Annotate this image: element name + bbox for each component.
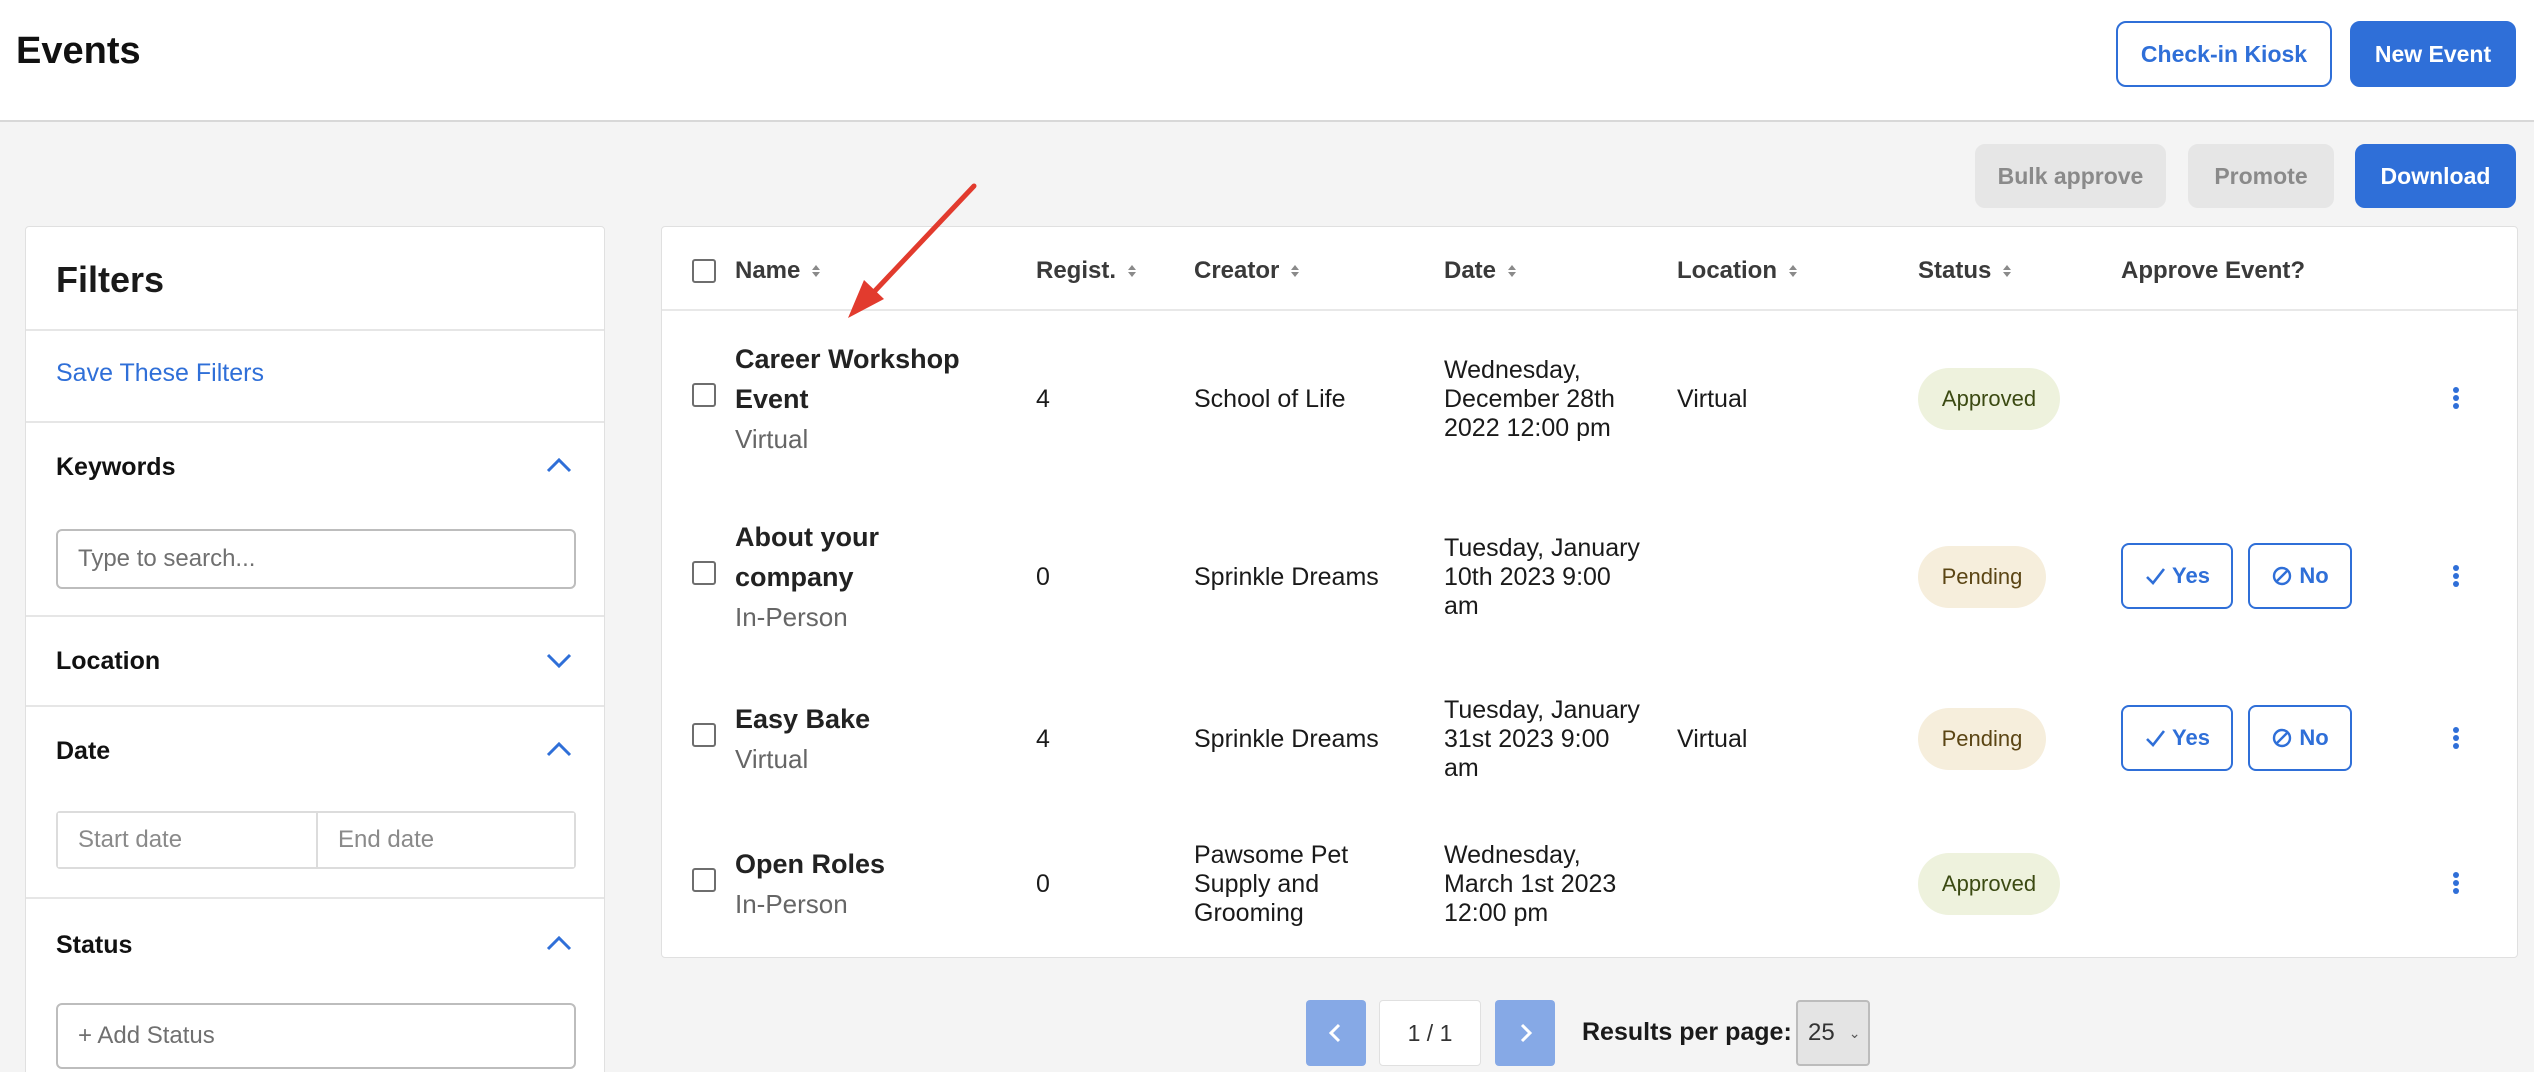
location-cell: Virtual bbox=[1677, 725, 1748, 753]
creator-cell: Sprinkle Dreams bbox=[1194, 563, 1379, 591]
status-badge: Approved bbox=[1918, 853, 2060, 915]
approve-yes-button[interactable]: Yes bbox=[2121, 543, 2233, 609]
bulk-approve-button[interactable]: Bulk approve bbox=[1975, 144, 2166, 208]
kebab-menu-icon[interactable] bbox=[2444, 561, 2468, 591]
column-header-location[interactable]: Location bbox=[1677, 257, 1799, 285]
row-checkbox[interactable] bbox=[692, 868, 716, 892]
row-checkbox[interactable] bbox=[692, 383, 716, 407]
creator-cell: Pawsome Pet Supply and Grooming bbox=[1194, 841, 1349, 927]
date-label: Date bbox=[56, 737, 111, 765]
approve-yes-button[interactable]: Yes bbox=[2121, 705, 2233, 771]
check-in-kiosk-button[interactable]: Check-in Kiosk bbox=[2116, 21, 2332, 87]
status-input[interactable] bbox=[56, 1003, 576, 1069]
sort-icon bbox=[1789, 265, 1797, 277]
date-cell: Tuesday, January 31st 2023 9:00 am bbox=[1444, 696, 1640, 782]
new-event-button[interactable]: New Event bbox=[2350, 21, 2516, 87]
check-icon bbox=[2146, 568, 2166, 585]
column-header-registrations[interactable]: Regist. bbox=[1036, 257, 1138, 285]
registrations-cell: 0 bbox=[1036, 870, 1050, 898]
save-filters-section: Save These Filters bbox=[26, 329, 604, 421]
status-label: Status bbox=[56, 931, 133, 959]
location-cell: Virtual bbox=[1677, 385, 1748, 413]
filters-panel: Filters Save These Filters Keywords Loca… bbox=[25, 226, 605, 1072]
creator-cell: Sprinkle Dreams bbox=[1194, 725, 1379, 753]
date-cell: Wednesday, March 1st 2023 12:00 pm bbox=[1444, 841, 1617, 927]
date-section: Date bbox=[26, 705, 604, 897]
sort-icon bbox=[812, 265, 821, 277]
save-filters-link[interactable]: Save These Filters bbox=[56, 359, 264, 388]
event-name-cell[interactable]: Easy Bake Virtual bbox=[735, 699, 870, 779]
approve-no-button[interactable]: No bbox=[2248, 705, 2352, 771]
events-table: Name Regist. Creator Date Location Statu… bbox=[661, 226, 2518, 958]
chevron-up-icon[interactable] bbox=[544, 451, 574, 481]
chevron-down-icon: ⌄ bbox=[1848, 1024, 1861, 1041]
status-badge: Pending bbox=[1918, 546, 2046, 608]
chevron-right-icon bbox=[1520, 1023, 1533, 1043]
location-section: Location bbox=[26, 615, 604, 705]
check-icon bbox=[2146, 730, 2166, 747]
header-divider bbox=[662, 309, 2517, 311]
event-name-cell[interactable]: About your company In-Person bbox=[735, 517, 879, 637]
results-per-page-select[interactable]: 25 ⌄ bbox=[1796, 1000, 1870, 1066]
results-per-page-label: Results per page: bbox=[1582, 1018, 1792, 1046]
keywords-section: Keywords bbox=[26, 421, 604, 615]
column-header-date[interactable]: Date bbox=[1444, 257, 1518, 285]
kebab-menu-icon[interactable] bbox=[2444, 868, 2468, 898]
status-badge: Approved bbox=[1918, 368, 2060, 430]
registrations-cell: 4 bbox=[1036, 385, 1050, 413]
ban-icon bbox=[2273, 566, 2292, 586]
page-title: Events bbox=[16, 30, 141, 72]
date-cell: Tuesday, January 10th 2023 9:00 am bbox=[1444, 534, 1640, 620]
select-all-checkbox[interactable] bbox=[692, 259, 716, 283]
chevron-down-icon[interactable] bbox=[544, 645, 574, 675]
creator-cell: School of Life bbox=[1194, 385, 1346, 413]
download-button[interactable]: Download bbox=[2355, 144, 2516, 208]
sort-icon bbox=[1291, 265, 1300, 277]
approve-no-button[interactable]: No bbox=[2248, 543, 2352, 609]
column-header-approve: Approve Event? bbox=[2121, 257, 2306, 284]
event-name-cell[interactable]: Career Workshop Event Virtual bbox=[735, 339, 960, 459]
status-section: Status bbox=[26, 897, 604, 1072]
promote-button[interactable]: Promote bbox=[2188, 144, 2334, 208]
next-page-button[interactable] bbox=[1495, 1000, 1555, 1066]
chevron-left-icon bbox=[1328, 1023, 1341, 1043]
chevron-up-icon[interactable] bbox=[544, 735, 574, 765]
location-label: Location bbox=[56, 647, 161, 675]
filters-title: Filters bbox=[56, 259, 165, 300]
column-header-status[interactable]: Status bbox=[1918, 257, 2013, 285]
kebab-menu-icon[interactable] bbox=[2444, 383, 2468, 413]
row-checkbox[interactable] bbox=[692, 561, 716, 585]
previous-page-button[interactable] bbox=[1306, 1000, 1366, 1066]
start-date-input[interactable] bbox=[58, 813, 316, 867]
ban-icon bbox=[2273, 728, 2292, 748]
sort-icon bbox=[2003, 265, 2012, 277]
sort-icon bbox=[1508, 265, 1517, 277]
end-date-input[interactable] bbox=[316, 813, 574, 867]
keywords-search-input[interactable] bbox=[56, 529, 576, 589]
keywords-label: Keywords bbox=[56, 453, 176, 481]
column-header-name[interactable]: Name bbox=[735, 257, 822, 285]
row-checkbox[interactable] bbox=[692, 723, 716, 747]
page-indicator: 1 / 1 bbox=[1379, 1000, 1481, 1066]
registrations-cell: 4 bbox=[1036, 725, 1050, 753]
column-header-creator[interactable]: Creator bbox=[1194, 257, 1301, 285]
registrations-cell: 0 bbox=[1036, 563, 1050, 591]
sort-icon bbox=[1128, 265, 1137, 277]
kebab-menu-icon[interactable] bbox=[2444, 723, 2468, 753]
chevron-up-icon[interactable] bbox=[544, 929, 574, 959]
date-cell: Wednesday, December 28th 2022 12:00 pm bbox=[1444, 356, 1615, 442]
event-name-cell[interactable]: Open Roles In-Person bbox=[735, 844, 885, 924]
page-header: Events Check-in Kiosk New Event bbox=[0, 0, 2534, 122]
date-range-group bbox=[56, 811, 576, 869]
status-badge: Pending bbox=[1918, 708, 2046, 770]
